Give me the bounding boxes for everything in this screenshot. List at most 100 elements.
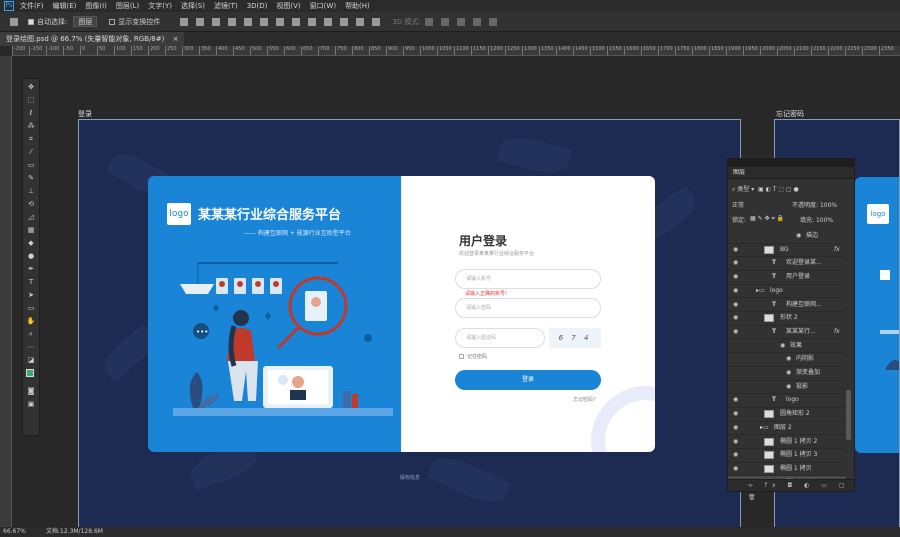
opacity-value[interactable]: 100% bbox=[820, 202, 837, 209]
layers-scrollbar[interactable] bbox=[846, 390, 851, 440]
3d-orbit-icon[interactable] bbox=[424, 17, 433, 26]
distribute-left-icon[interactable] bbox=[324, 17, 333, 26]
layer-row[interactable]: ◉ T 某某某行... fx bbox=[728, 325, 846, 339]
panel-collapse-strip[interactable] bbox=[727, 158, 855, 166]
layer-row[interactable]: ◉ ▸▭ logo bbox=[728, 284, 846, 298]
effect-eye-icon[interactable]: ◉ bbox=[786, 366, 791, 380]
align-left-icon[interactable] bbox=[228, 17, 237, 26]
visibility-eye-icon[interactable]: ◉ bbox=[733, 421, 738, 435]
effect-eye-icon[interactable]: ◉ bbox=[786, 352, 791, 366]
layer-row[interactable]: ◉ 投影 bbox=[728, 380, 846, 394]
effect-eye-icon[interactable]: ◉ bbox=[786, 380, 791, 394]
blur-tool-icon[interactable]: ◆ bbox=[26, 239, 36, 248]
distribute-bottom-icon[interactable] bbox=[308, 17, 317, 26]
eyedropper-tool-icon[interactable]: ⁄ bbox=[26, 148, 36, 157]
menu-window[interactable]: 窗口(W) bbox=[310, 1, 336, 11]
close-tab-icon[interactable]: × bbox=[173, 35, 179, 43]
magic-wand-tool-icon[interactable]: ⁂ bbox=[26, 122, 36, 131]
3d-slide-icon[interactable] bbox=[472, 17, 481, 26]
menu-select[interactable]: 选择(S) bbox=[181, 1, 205, 11]
username-field[interactable]: 请输入账号 bbox=[455, 269, 601, 289]
visibility-eye-icon[interactable]: ◉ bbox=[733, 298, 738, 312]
layers-panel-footer[interactable]: ∞ fx ◘ ◐ ▭ ▢ 🗑 bbox=[728, 479, 854, 501]
brush-tool-icon[interactable]: ✎ bbox=[26, 174, 36, 183]
more-tools-icon[interactable]: ⋯ bbox=[26, 343, 36, 352]
pen-tool-icon[interactable]: ✒ bbox=[26, 265, 36, 274]
visibility-eye-icon[interactable]: ◉ bbox=[733, 311, 738, 325]
effect-eye-icon[interactable]: ◉ bbox=[796, 229, 801, 243]
forgot-password-link[interactable]: 忘记密码? bbox=[573, 396, 596, 403]
folder-icon[interactable]: ▸▭ bbox=[760, 421, 769, 435]
menu-3d[interactable]: 3D(D) bbox=[247, 2, 268, 10]
distribute-vcenter-icon[interactable] bbox=[292, 17, 301, 26]
vertical-ruler[interactable] bbox=[0, 56, 12, 527]
layer-row[interactable]: ◉ 效果 bbox=[728, 339, 846, 353]
visibility-eye-icon[interactable]: ◉ bbox=[733, 270, 738, 284]
visibility-eye-icon[interactable]: ◉ bbox=[733, 284, 738, 298]
remember-password[interactable]: 记住密码 bbox=[459, 353, 487, 360]
auto-select-dropdown[interactable]: 图层 bbox=[73, 16, 98, 27]
folder-icon[interactable]: ▸▭ bbox=[756, 284, 765, 298]
layer-row[interactable]: ◉ 椭圆 1 拷贝 2 bbox=[728, 435, 846, 449]
layer-row[interactable]: ◉ T 用户登录 bbox=[728, 270, 846, 284]
dodge-tool-icon[interactable]: ● bbox=[26, 252, 36, 261]
zoom-level[interactable]: 66.67% bbox=[3, 527, 26, 537]
3d-pan-icon[interactable] bbox=[456, 17, 465, 26]
3d-roll-icon[interactable] bbox=[440, 17, 449, 26]
distribute-right-icon[interactable] bbox=[356, 17, 365, 26]
layer-row[interactable]: ◉ T 构建互联网... bbox=[728, 298, 846, 312]
healing-brush-tool-icon[interactable]: ▭ bbox=[26, 161, 36, 170]
captcha-image[interactable]: 6 7 4 bbox=[549, 328, 601, 348]
menu-layer[interactable]: 图层(L) bbox=[116, 1, 139, 11]
artboard-label-login[interactable]: 登录 bbox=[78, 109, 92, 119]
align-bottom-icon[interactable] bbox=[212, 17, 221, 26]
layer-row[interactable]: ◉ BG fx bbox=[728, 243, 846, 257]
3d-scale-icon[interactable] bbox=[488, 17, 497, 26]
distribute-hcenter-icon[interactable] bbox=[340, 17, 349, 26]
screen-mode-icon[interactable]: ▣ bbox=[26, 400, 36, 409]
visibility-eye-icon[interactable]: ◉ bbox=[733, 243, 738, 257]
lock-icons[interactable]: ▦ ✎ ✥ ⌗ 🔒 bbox=[750, 215, 784, 223]
gradient-tool-icon[interactable]: ▦ bbox=[26, 226, 36, 235]
document-tab[interactable]: 登录绘图.psd @ 66.7% (矢量智能对象, RGB/8#) × bbox=[0, 32, 185, 46]
visibility-eye-icon[interactable]: ◉ bbox=[733, 462, 738, 476]
visibility-eye-icon[interactable]: ◉ bbox=[733, 393, 738, 407]
fill-control[interactable]: 填充: 100% bbox=[800, 215, 833, 224]
fx-icon[interactable]: fx bbox=[834, 325, 840, 339]
layer-row[interactable]: ◉ Tlogo bbox=[728, 393, 846, 407]
opacity-control[interactable]: 不透明度: 100% bbox=[792, 200, 837, 209]
eraser-tool-icon[interactable]: ◿ bbox=[26, 213, 36, 222]
menu-type[interactable]: 文字(Y) bbox=[148, 1, 172, 11]
visibility-eye-icon[interactable]: ◉ bbox=[733, 256, 738, 270]
visibility-eye-icon[interactable]: ◉ bbox=[733, 435, 738, 449]
captcha-field[interactable]: 请输入验证码 bbox=[455, 328, 545, 348]
layer-row[interactable]: ◉ 描边 bbox=[728, 229, 846, 243]
history-brush-tool-icon[interactable]: ⟲ bbox=[26, 200, 36, 209]
default-colors-icon[interactable]: ◪ bbox=[26, 356, 36, 365]
layer-row[interactable]: ◉ 圆角矩形 2 bbox=[728, 407, 846, 421]
layer-row[interactable]: ◉ 椭圆 1 拷贝 3 bbox=[728, 448, 846, 462]
fx-icon[interactable]: fx bbox=[834, 243, 840, 257]
layer-filter[interactable]: ⌕ 类型 ▾ ▣ ◐ T ⬚ ▢ ● bbox=[732, 184, 799, 194]
password-field[interactable]: 请输入密码 bbox=[455, 298, 601, 318]
color-swatches[interactable] bbox=[26, 369, 37, 383]
path-selection-tool-icon[interactable]: ➤ bbox=[26, 291, 36, 300]
layer-row[interactable]: ◉ T 欢迎登录某... bbox=[728, 256, 846, 270]
layer-row[interactable]: ◉ 渐变叠加 bbox=[728, 366, 846, 380]
fill-value[interactable]: 100% bbox=[816, 217, 833, 224]
clone-stamp-tool-icon[interactable]: ⊥ bbox=[26, 187, 36, 196]
auto-select-checkbox[interactable] bbox=[28, 18, 34, 25]
show-transform-checkbox[interactable] bbox=[109, 18, 116, 25]
zoom-tool-icon[interactable]: ⌕ bbox=[26, 330, 36, 339]
artboard-label-forgot[interactable]: 忘记密码 bbox=[776, 109, 804, 119]
effect-eye-icon[interactable]: ◉ bbox=[780, 339, 785, 353]
move-tool-icon[interactable] bbox=[10, 17, 18, 26]
remember-checkbox[interactable] bbox=[459, 354, 464, 359]
document-info[interactable]: 文档:12.3M/128.6M bbox=[46, 527, 103, 537]
login-button[interactable]: 登录 bbox=[455, 370, 601, 390]
quick-mask-icon[interactable]: ◙ bbox=[26, 387, 36, 396]
menu-edit[interactable]: 编辑(E) bbox=[53, 1, 77, 11]
layers-panel-title[interactable]: 图层 bbox=[728, 167, 854, 179]
lasso-tool-icon[interactable]: ℓ bbox=[26, 109, 36, 118]
align-hcenter-icon[interactable] bbox=[244, 17, 253, 26]
